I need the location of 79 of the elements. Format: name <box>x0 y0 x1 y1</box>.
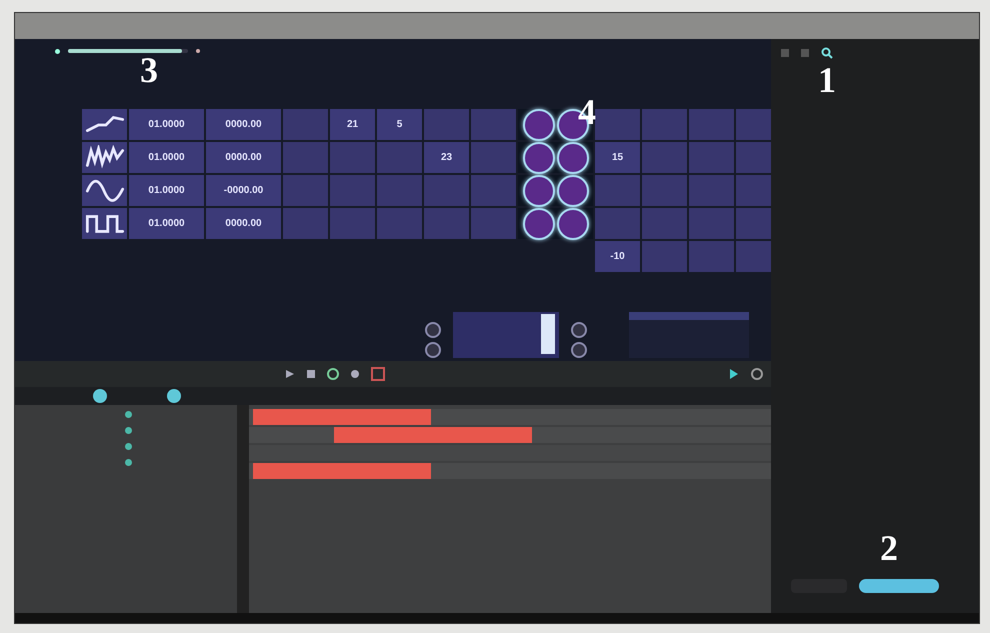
grid-cell[interactable] <box>595 208 640 239</box>
grid-cell[interactable]: 21 <box>330 109 375 140</box>
knob[interactable] <box>522 208 554 240</box>
grid-cell[interactable] <box>689 142 734 173</box>
grid-cell[interactable]: 01.0000 <box>129 109 204 140</box>
grid-cell[interactable]: 15 <box>595 142 640 173</box>
grid-cell[interactable] <box>471 208 516 239</box>
grid-cell[interactable]: 0000.00 <box>206 109 281 140</box>
grid-cell[interactable] <box>736 175 771 206</box>
grid-cell[interactable] <box>330 208 375 239</box>
knob[interactable] <box>522 174 554 206</box>
grid-cell[interactable] <box>471 175 516 206</box>
grid-cell[interactable]: 0000.00 <box>206 208 281 239</box>
action-button[interactable] <box>859 579 939 593</box>
grid-cell[interactable]: 01.0000 <box>129 208 204 239</box>
knob[interactable] <box>556 208 588 240</box>
grid-cell[interactable] <box>689 241 734 272</box>
toggle-icon[interactable] <box>93 389 107 403</box>
waveform-icon <box>84 144 126 170</box>
search-icon[interactable] <box>821 47 833 59</box>
grid-cell[interactable] <box>642 208 687 239</box>
play-icon[interactable] <box>285 369 295 379</box>
grid-cell[interactable]: 01.0000 <box>129 175 204 206</box>
grid-cell[interactable] <box>689 208 734 239</box>
waveform-cell[interactable] <box>82 109 127 140</box>
clip[interactable] <box>253 463 431 479</box>
grid-cell[interactable] <box>736 241 771 272</box>
grid-cell[interactable] <box>642 241 687 272</box>
knob[interactable] <box>522 142 554 174</box>
grid-cell[interactable] <box>471 142 516 173</box>
grid-cell[interactable] <box>283 175 328 206</box>
grid-cell[interactable] <box>689 109 734 140</box>
level-bar <box>541 314 555 354</box>
grid-cell[interactable] <box>736 142 771 173</box>
toggle-icon[interactable] <box>167 389 181 403</box>
clip[interactable] <box>253 409 431 425</box>
grid-cell[interactable] <box>736 109 771 140</box>
grid-cell[interactable] <box>330 142 375 173</box>
panel-splitter[interactable] <box>237 405 249 613</box>
zoom-slider[interactable] <box>68 49 188 53</box>
grid-cell[interactable] <box>424 175 469 206</box>
waveform-cell[interactable] <box>82 208 127 239</box>
grid-cell[interactable] <box>283 109 328 140</box>
grid-cell[interactable]: 0000.00 <box>206 142 281 173</box>
callout-number: 3 <box>140 52 158 88</box>
grid-cell[interactable]: 23 <box>424 142 469 173</box>
grid-cell[interactable] <box>377 142 422 173</box>
waveform-icon <box>84 178 126 204</box>
grid-cell[interactable] <box>283 208 328 239</box>
grid-cell[interactable] <box>736 208 771 239</box>
record-icon[interactable] <box>351 370 359 378</box>
grid-cell[interactable] <box>424 109 469 140</box>
grid-cell[interactable] <box>642 142 687 173</box>
waveform-cell[interactable] <box>82 142 127 173</box>
grid-cell[interactable]: 5 <box>377 109 422 140</box>
grid-cell[interactable] <box>424 208 469 239</box>
grid-cell[interactable]: -10 <box>595 241 640 272</box>
grid-cell[interactable] <box>471 109 516 140</box>
callout-number: 1 <box>818 62 836 98</box>
grid-cell[interactable] <box>330 175 375 206</box>
stop-icon[interactable] <box>307 370 315 378</box>
knob[interactable] <box>556 174 588 206</box>
play-icon[interactable] <box>729 368 739 380</box>
callout-number: 4 <box>578 94 596 130</box>
grid-cell[interactable] <box>689 175 734 206</box>
grid-cell[interactable] <box>642 109 687 140</box>
waveform-cell[interactable] <box>82 175 127 206</box>
grid-cell[interactable]: 01.0000 <box>129 142 204 173</box>
grid-cell[interactable] <box>642 175 687 206</box>
knob[interactable] <box>556 142 588 174</box>
grid-cell[interactable] <box>595 175 640 206</box>
clip[interactable] <box>334 427 532 443</box>
grid-cell[interactable] <box>377 208 422 239</box>
knob[interactable] <box>522 108 554 140</box>
grid-cell[interactable]: -0000.00 <box>206 175 281 206</box>
grid-cell[interactable] <box>595 109 640 140</box>
grid-cell[interactable] <box>377 175 422 206</box>
callout-number: 2 <box>880 530 898 566</box>
grid-cell[interactable] <box>283 142 328 173</box>
